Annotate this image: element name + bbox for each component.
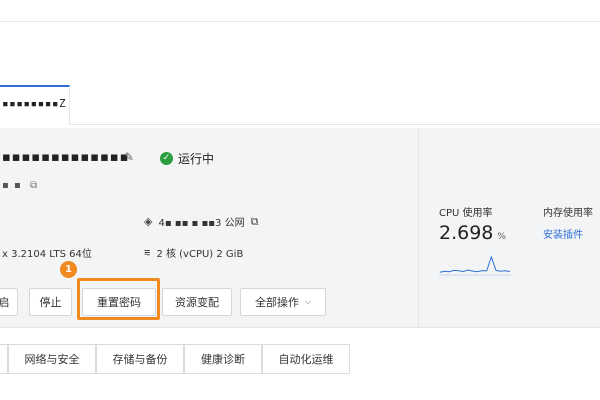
metrics-panel: CPU 使用率 2.698% 内存使用率 安装插件	[418, 128, 600, 328]
start-button-label: 启	[0, 296, 10, 309]
all-actions-dropdown[interactable]: 全部操作 ⌵	[240, 288, 326, 316]
tab-health-diagnosis-label: 健康诊断	[201, 353, 245, 366]
cpu-value-number: 2.698	[439, 222, 494, 244]
install-plugin-link[interactable]: 安装插件	[543, 226, 583, 241]
copy-icon[interactable]: ⧉	[30, 180, 37, 191]
os-info: x 3.2104 LTS 64位	[2, 249, 92, 260]
tab-automation-ops[interactable]: 自动化运维	[262, 344, 350, 374]
start-button[interactable]: 启	[0, 288, 18, 316]
instance-tab[interactable]: ▪▪▪▪▪▪▪▪Z	[0, 85, 70, 125]
cpu-usage-label: CPU 使用率	[439, 208, 493, 219]
tab-network-security[interactable]: 网络与安全	[8, 344, 96, 374]
cpu-value-unit: %	[497, 232, 506, 242]
cpu-sparkline	[439, 255, 511, 276]
stop-button[interactable]: 停止	[29, 288, 72, 316]
all-actions-label: 全部操作	[254, 296, 299, 309]
instance-detail-card: ▪▪▪▪▪▪▪▪▪▪▪▪▪ ✎ ✓ 运行中 ▪ ▪ ⧉ ◈ 4▪ ▪▪ ▪ ▪▪…	[0, 128, 410, 328]
step-badge: 1	[60, 261, 77, 278]
instance-tab-label: ▪▪▪▪▪▪▪▪Z	[2, 97, 67, 110]
spec-text: 2 核 (vCPU) 2 GiB	[156, 249, 244, 260]
instance-id: ▪ ▪	[2, 180, 22, 191]
tab-storage-backup-label: 存储与备份	[112, 353, 168, 366]
copy-ip-icon[interactable]: ⧉	[251, 215, 259, 229]
location-icon: ◈	[144, 215, 153, 228]
status-badge: ✓ 运行中	[160, 150, 214, 167]
public-ip-text: 4▪ ▪▪ ▪ ▪▪3 公网	[158, 218, 245, 229]
stop-button-label: 停止	[39, 296, 62, 309]
edit-icon[interactable]: ✎	[124, 150, 138, 164]
tab-partial[interactable]	[0, 344, 8, 374]
chevron-down-icon: ⌵	[304, 297, 312, 306]
resize-button[interactable]: 资源变配	[162, 288, 232, 316]
highlight-box	[77, 278, 160, 320]
instance-tab-strip: ▪▪▪▪▪▪▪▪Z	[0, 85, 600, 125]
tab-health-diagnosis[interactable]: 健康诊断	[184, 344, 262, 374]
memory-usage-label: 内存使用率	[543, 208, 593, 219]
tab-network-security-label: 网络与安全	[24, 353, 80, 366]
top-bar	[0, 0, 600, 22]
tab-automation-ops-label: 自动化运维	[278, 353, 334, 366]
resize-button-label: 资源变配	[175, 296, 219, 309]
instance-name: ▪▪▪▪▪▪▪▪▪▪▪▪▪	[2, 150, 130, 165]
check-circle-icon: ✓	[160, 152, 173, 165]
chip-icon: ⩳	[144, 245, 151, 259]
instance-detail-page: ▪▪▪▪▪▪▪▪Z ▪▪▪▪▪▪▪▪▪▪▪▪▪ ✎ ✓ 运行中 ▪ ▪ ⧉ ◈ …	[0, 0, 600, 400]
status-text: 运行中	[178, 152, 215, 166]
detail-tabs: 网络与安全 存储与备份 健康诊断 自动化运维	[0, 344, 600, 374]
public-ip-row: ◈ 4▪ ▪▪ ▪ ▪▪3 公网 ⧉	[144, 214, 259, 230]
sparkline-path	[439, 255, 511, 273]
cpu-usage-value: 2.698%	[439, 222, 506, 244]
spec-row: ⩳ 2 核 (vCPU) 2 GiB	[144, 245, 244, 261]
tab-storage-backup[interactable]: 存储与备份	[96, 344, 184, 374]
